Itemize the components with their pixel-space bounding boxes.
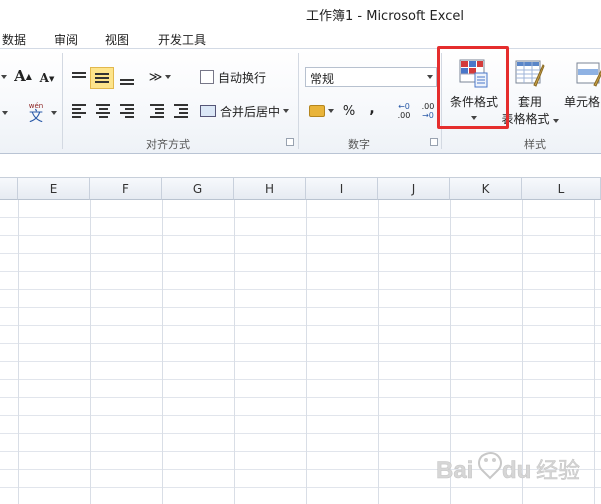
decrease-decimal-label: .00 xyxy=(421,102,435,111)
number-format-select[interactable]: 常规 xyxy=(305,67,437,87)
excel-window: 工作簿1 - Microsoft Excel 数据 审阅 视图 开发工具 A ▲ … xyxy=(0,0,601,504)
format-as-table-label-2-wrap: 表格格式 xyxy=(502,110,559,127)
increase-decimal-button[interactable]: ←0 .00 xyxy=(394,101,414,121)
format-as-table-button[interactable]: 套用 表格格式 xyxy=(502,57,559,131)
font-size-dropdown-arrow[interactable] xyxy=(0,67,7,87)
number-launcher-icon[interactable] xyxy=(430,138,438,146)
column-header-k[interactable]: K xyxy=(450,178,522,200)
align-bottom-icon xyxy=(120,73,134,85)
decrease-indent-icon xyxy=(150,104,164,118)
merge-center-label: 合并后居中 xyxy=(220,104,281,119)
title-bar: 工作簿1 - Microsoft Excel xyxy=(0,0,601,26)
text-orientation-icon: ≫ xyxy=(148,69,163,85)
column-header-e[interactable]: E xyxy=(18,178,90,200)
increase-decimal-label: .00 xyxy=(397,111,411,120)
phonetic-button[interactable]: wén 文 xyxy=(24,99,48,127)
font-dropdown-arrow-2[interactable] xyxy=(0,103,8,123)
grow-font-icon: A xyxy=(14,67,26,85)
merge-center-icon xyxy=(200,105,216,117)
wrap-text-button[interactable]: 自动换行 xyxy=(200,67,274,87)
orientation-button[interactable]: ≫ xyxy=(146,67,174,87)
align-top-button[interactable] xyxy=(68,67,90,87)
chevron-down-icon xyxy=(427,75,433,79)
svg-text:Bai: Bai xyxy=(436,457,473,484)
ribbon: A ▲ A ▼ wén 文 ≫ 自动换行 合并后居中 对齐方式 常规 % , ←… xyxy=(0,48,601,154)
cell-styles-label: 单元格 xyxy=(564,95,601,109)
wrap-text-label: 自动换行 xyxy=(218,70,267,85)
align-left-icon xyxy=(72,104,86,118)
column-header-l[interactable]: L xyxy=(522,178,601,200)
align-middle-icon xyxy=(95,73,109,83)
format-as-table-label-1: 套用 xyxy=(517,95,542,109)
increase-decimal-icon: ←0 xyxy=(398,102,410,111)
grow-font-button[interactable]: A ▲ xyxy=(14,65,32,87)
column-header-i[interactable]: I xyxy=(306,178,378,200)
column-header-j[interactable]: J xyxy=(378,178,450,200)
alignment-launcher-icon[interactable] xyxy=(286,138,294,146)
shrink-font-icon: A xyxy=(39,71,49,85)
align-bottom-button[interactable] xyxy=(116,69,138,89)
number-format-value: 常规 xyxy=(310,72,335,86)
currency-icon xyxy=(308,105,325,117)
format-as-table-icon xyxy=(515,60,545,87)
svg-text:经验: 经验 xyxy=(536,459,580,484)
ribbon-tabs: 数据 审阅 视图 开发工具 xyxy=(0,26,601,50)
wrap-text-icon xyxy=(200,70,214,84)
percent-icon: % xyxy=(342,103,356,119)
increase-indent-button[interactable] xyxy=(170,101,192,121)
formula-bar-area xyxy=(0,154,601,178)
group-label-number: 数字 xyxy=(348,138,370,151)
decrease-indent-button[interactable] xyxy=(146,101,168,121)
column-header-g[interactable]: G xyxy=(162,178,234,200)
tab-data[interactable]: 数据 xyxy=(2,31,26,48)
shrink-font-button[interactable]: A ▼ xyxy=(38,68,56,88)
highlight-box xyxy=(437,46,509,129)
baidu-logo-icon: Bai du 经验 xyxy=(436,452,580,484)
window-title: 工作簿1 - Microsoft Excel xyxy=(306,9,464,24)
tab-review[interactable]: 审阅 xyxy=(54,31,78,48)
separator xyxy=(298,53,299,149)
separator xyxy=(62,53,63,149)
align-center-icon xyxy=(96,104,110,118)
row-header-corner xyxy=(0,178,18,200)
increase-indent-icon xyxy=(174,104,188,118)
merge-center-button[interactable]: 合并后居中 xyxy=(200,101,296,121)
comma-icon: , xyxy=(369,101,375,117)
accounting-format-button[interactable] xyxy=(306,101,336,121)
decrease-decimal-button[interactable]: .00 →0 xyxy=(418,101,438,121)
cell-styles-button[interactable]: 单元格 xyxy=(560,57,601,131)
align-top-icon xyxy=(72,72,86,82)
percent-button[interactable]: % xyxy=(340,101,358,121)
phonetic-dropdown[interactable] xyxy=(48,107,57,119)
align-right-button[interactable] xyxy=(116,101,138,121)
phonetic-icon: 文 xyxy=(29,108,43,125)
align-left-button[interactable] xyxy=(68,101,90,121)
group-label-styles: 样式 xyxy=(524,138,546,151)
decrease-decimal-icon: →0 xyxy=(422,111,434,120)
comma-button[interactable]: , xyxy=(364,99,380,119)
cell-styles-icon xyxy=(576,62,601,87)
svg-text:du: du xyxy=(502,457,531,484)
baidu-watermark: Bai du 经验 xyxy=(432,448,597,494)
align-right-icon xyxy=(120,104,134,118)
tab-view[interactable]: 视图 xyxy=(105,31,129,48)
align-center-button[interactable] xyxy=(92,101,114,121)
column-header-f[interactable]: F xyxy=(90,178,162,200)
align-middle-button[interactable] xyxy=(90,67,114,89)
column-header-h[interactable]: H xyxy=(234,178,306,200)
group-label-alignment: 对齐方式 xyxy=(146,138,190,151)
tab-developer[interactable]: 开发工具 xyxy=(158,31,206,48)
